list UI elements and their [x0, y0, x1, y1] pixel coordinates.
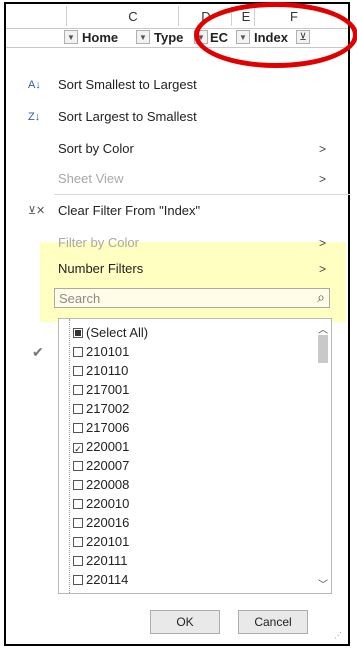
chevron-right-icon: >: [318, 262, 326, 276]
resize-grip-icon[interactable]: ⋰: [334, 631, 342, 640]
header-type: Type: [154, 30, 184, 45]
sort-descending-item[interactable]: Z↓ Sort Largest to Smallest: [28, 106, 330, 128]
checkmark-icon: ✔: [32, 344, 44, 360]
sheet-view-item: Sheet View >: [40, 168, 330, 190]
list-item[interactable]: 220008: [73, 475, 129, 495]
list-item-label: 220010: [86, 496, 130, 511]
filter-by-color-item: Filter by Color >: [40, 232, 330, 254]
checkbox[interactable]: [73, 556, 83, 566]
list-item[interactable]: 210101: [73, 342, 129, 362]
ok-button[interactable]: OK: [150, 610, 220, 634]
column-separator: [231, 6, 232, 26]
scroll-up-icon[interactable]: ︿: [315, 321, 331, 336]
scroll-thumb[interactable]: [318, 335, 328, 363]
checkbox[interactable]: [73, 575, 83, 585]
value-list[interactable]: (Select All) 210101 210110 217001 217002 2170…: [58, 318, 332, 594]
checkbox[interactable]: [73, 461, 83, 471]
tree-line: [69, 319, 70, 593]
checkbox[interactable]: [73, 518, 83, 528]
search-placeholder: Search: [59, 291, 101, 306]
checkbox[interactable]: [73, 404, 83, 414]
cancel-button[interactable]: Cancel: [238, 610, 308, 634]
column-letter-d[interactable]: D: [196, 9, 216, 24]
clear-filter-icon: ⊻✕: [28, 205, 46, 217]
list-item-label: 220007: [86, 458, 130, 473]
excel-window: C D E F ▼ Home ▼ Type ▼ EC ▼ Index ⊻ A↓ …: [4, 2, 350, 646]
list-item-label: 220114: [86, 572, 129, 587]
list-item-label: 217006: [86, 420, 130, 435]
filter-applied-icon[interactable]: ⊻: [296, 30, 310, 44]
column-header-row: C D E F: [6, 6, 348, 26]
search-input[interactable]: Search ⌕: [54, 288, 330, 308]
list-item[interactable]: 217006: [73, 418, 129, 438]
list-item[interactable]: 217002: [73, 399, 129, 419]
sort-ascending-icon: A↓: [28, 79, 41, 91]
search-icon: ⌕: [317, 289, 325, 305]
list-item[interactable]: 217001: [73, 380, 129, 400]
list-item-label: 220101: [86, 534, 130, 549]
list-item-label: (Select All): [86, 325, 149, 340]
list-item-label: 217001: [86, 382, 130, 397]
list-item[interactable]: 220007: [73, 456, 129, 476]
checkbox[interactable]: [73, 328, 83, 338]
list-item-label: 220001: [86, 439, 130, 454]
column-letter-f[interactable]: F: [284, 9, 304, 24]
checkbox[interactable]: [73, 423, 83, 433]
checkbox[interactable]: [73, 366, 83, 376]
list-item[interactable]: 220010: [73, 494, 129, 514]
list-item[interactable]: 220114: [73, 570, 128, 590]
chevron-right-icon: >: [318, 142, 326, 156]
checkbox[interactable]: [73, 385, 83, 395]
checkbox[interactable]: ✓: [73, 443, 83, 454]
column-separator: [178, 6, 179, 26]
list-item[interactable]: 210110: [73, 361, 128, 381]
header-index: Index: [254, 30, 288, 45]
list-scrollbar[interactable]: ︿ ﹀: [315, 319, 331, 593]
list-item[interactable]: 220101: [73, 532, 129, 552]
table-header-row: ▼ Home ▼ Type ▼ EC ▼ Index ⊻: [6, 28, 348, 48]
chevron-right-icon: >: [318, 172, 326, 186]
list-item-label: 220016: [86, 515, 130, 530]
list-item[interactable]: ✓ 220001: [73, 437, 129, 457]
yellow-highlight: [40, 242, 346, 322]
list-item-label: 220008: [86, 477, 130, 492]
list-item[interactable]: 220016: [73, 513, 129, 533]
column-separator: [66, 6, 67, 26]
header-home: Home: [82, 30, 119, 45]
checkbox[interactable]: [73, 537, 83, 547]
filter-dropdown-button[interactable]: ▼: [64, 30, 78, 44]
clear-filter-item[interactable]: ⊻✕ Clear Filter From "Index": [28, 200, 330, 222]
number-filters-item[interactable]: Number Filters >: [40, 258, 330, 280]
sort-descending-icon: Z↓: [28, 111, 41, 123]
checkbox[interactable]: [73, 499, 83, 509]
sort-by-color-item[interactable]: Sort by Color >: [40, 138, 330, 160]
list-item-label: 220111: [86, 553, 128, 568]
column-letter-c[interactable]: C: [123, 9, 143, 24]
filter-dropdown-button[interactable]: ▼: [136, 30, 150, 44]
menu-divider: [54, 194, 350, 195]
list-item-label: 210110: [86, 363, 129, 378]
checkbox[interactable]: [73, 480, 83, 490]
list-item-label: 217002: [86, 401, 130, 416]
filter-dropdown-button[interactable]: ▼: [194, 30, 208, 44]
column-letter-e[interactable]: E: [236, 9, 256, 24]
checkbox[interactable]: [73, 347, 83, 357]
list-item-label: 210101: [86, 344, 130, 359]
select-all-item[interactable]: (Select All): [73, 323, 148, 343]
list-item[interactable]: 220111: [73, 551, 127, 571]
header-ec: EC: [210, 30, 229, 45]
column-separator: [254, 6, 255, 26]
scroll-down-icon[interactable]: ﹀: [315, 576, 331, 591]
filter-dropdown-button[interactable]: ▼: [236, 30, 250, 44]
sort-ascending-item[interactable]: A↓ Sort Smallest to Largest: [28, 74, 330, 96]
chevron-right-icon: >: [318, 236, 326, 250]
